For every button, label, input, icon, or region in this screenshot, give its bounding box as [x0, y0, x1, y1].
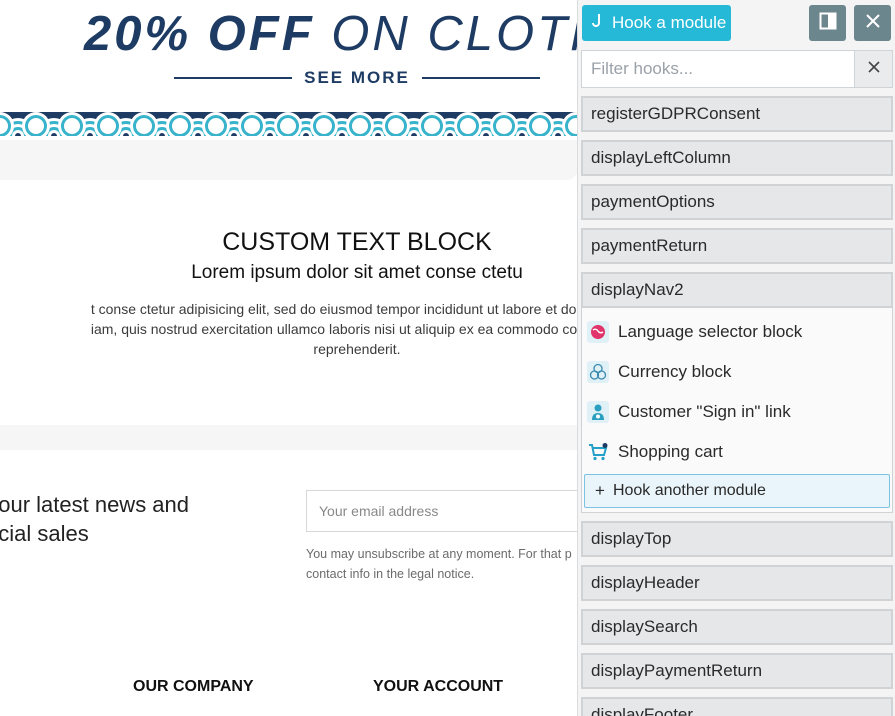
hook-item[interactable]: paymentReturn — [581, 228, 893, 264]
toggle-panel-button[interactable] — [809, 5, 846, 41]
section-spacer — [0, 140, 578, 180]
page: 20% OFF ON CLOTHI SEE MORE — [0, 0, 895, 716]
clear-filter-button[interactable] — [854, 51, 892, 87]
divider — [421, 77, 540, 79]
hook-list: registerGDPRConsent displayLeftColumn pa… — [581, 96, 893, 716]
divider — [174, 77, 293, 79]
custom-text-block: CUSTOM TEXT BLOCK Lorem ipsum dolor sit … — [0, 180, 578, 425]
hook-icon — [592, 13, 604, 33]
newsletter-title-line: t our latest news and — [0, 492, 190, 517]
newsletter-note-line: contact info in the legal notice. — [306, 567, 475, 581]
hook-another-module-button[interactable]: + Hook another module — [584, 474, 890, 508]
module-item[interactable]: Language selector block — [584, 312, 890, 352]
see-more-link[interactable]: SEE MORE — [174, 66, 540, 90]
hook-item-expanded[interactable]: displayNav2 — [581, 272, 893, 308]
cart-icon — [587, 441, 609, 463]
section-spacer — [0, 425, 578, 450]
text-block-paragraph: iam, quis nostrud exercitation ullamco l… — [90, 321, 578, 337]
plus-icon: + — [595, 481, 605, 500]
module-label: Language selector block — [618, 322, 803, 341]
hook-a-module-button[interactable]: Hook a module — [582, 5, 731, 41]
globe-icon — [587, 321, 609, 343]
hook-panel: Hook a module Filter hooks... registerGD… — [577, 0, 895, 716]
hook-item[interactable]: paymentOptions — [581, 184, 893, 220]
user-icon — [587, 401, 609, 423]
newsletter-note-line: You may unsubscribe at any moment. For t… — [306, 547, 572, 561]
close-icon — [865, 13, 880, 33]
hook-item[interactable]: displayFooter — [581, 697, 893, 716]
module-label: Currency block — [618, 362, 732, 381]
newsletter-section: t our latest news and ecial sales Your e… — [0, 450, 578, 716]
module-label: Shopping cart — [618, 442, 723, 461]
hook-item[interactable]: displayHeader — [581, 565, 893, 601]
hook-item[interactable]: displayTop — [581, 521, 893, 557]
email-input[interactable]: Your email address — [306, 490, 578, 532]
hook-item[interactable]: displayPaymentReturn — [581, 653, 893, 689]
promo-title-bold: 20% OFF — [84, 7, 315, 61]
hook-item[interactable]: registerGDPRConsent — [581, 96, 893, 132]
hook-a-module-label: Hook a module — [612, 13, 727, 32]
hook-item[interactable]: displaySearch — [581, 609, 893, 645]
wave-pattern — [0, 112, 578, 136]
text-block-paragraph: reprehenderit. — [313, 341, 401, 357]
see-more-label: SEE MORE — [304, 68, 410, 87]
sidebar-layout-icon — [819, 12, 837, 35]
promo-banner[interactable]: 20% OFF ON CLOTHI SEE MORE — [0, 0, 578, 140]
text-block-title: CUSTOM TEXT BLOCK — [222, 228, 492, 256]
newsletter-note: You may unsubscribe at any moment. For t… — [306, 544, 572, 584]
module-item[interactable]: Shopping cart — [584, 432, 890, 472]
storefront-preview: 20% OFF ON CLOTHI SEE MORE — [0, 0, 578, 716]
newsletter-title: t our latest news and ecial sales — [0, 490, 189, 548]
text-block-subtitle: Lorem ipsum dolor sit amet conse ctetu — [191, 262, 523, 283]
filter-hooks: Filter hooks... — [581, 50, 893, 88]
hook-item[interactable]: displayLeftColumn — [581, 140, 893, 176]
module-label: Customer "Sign in" link — [618, 402, 791, 421]
text-block-paragraph: t conse ctetur adipisicing elit, sed do … — [90, 301, 578, 317]
promo-title: 20% OFF ON CLOTHI — [84, 6, 578, 62]
module-item[interactable]: Customer "Sign in" link — [584, 392, 890, 432]
hook-module-list: Language selector block Currency block C… — [581, 308, 893, 513]
newsletter-title-line: ecial sales — [0, 521, 89, 546]
module-item[interactable]: Currency block — [584, 352, 890, 392]
footer-heading-account[interactable]: YOUR ACCOUNT — [373, 678, 503, 696]
close-icon — [867, 60, 880, 78]
filter-hooks-input[interactable]: Filter hooks... — [582, 51, 854, 87]
currency-icon — [587, 361, 609, 383]
hook-another-module-label: Hook another module — [612, 482, 766, 499]
promo-title-rest: ON CLOTHI — [331, 7, 578, 61]
footer-heading-company[interactable]: OUR COMPANY — [133, 678, 254, 696]
close-panel-button[interactable] — [854, 5, 891, 41]
